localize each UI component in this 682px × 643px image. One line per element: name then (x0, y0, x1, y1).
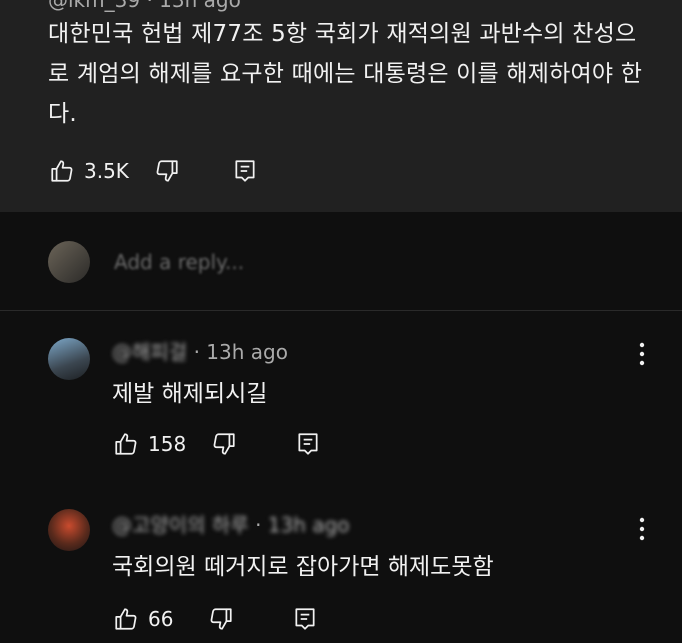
like-count: 158 (148, 432, 187, 456)
comment-author[interactable]: @lkm_39 (48, 0, 140, 12)
comment-actions: 66 (112, 605, 319, 633)
comment-header: @lkm_39 · 13h ago (48, 0, 241, 12)
comment-text: 국회의원 떼거지로 잡아가면 해제도못함 (112, 554, 494, 580)
user-avatar (48, 241, 90, 283)
reply-icon[interactable] (294, 430, 322, 458)
thumbs-up-icon[interactable] (112, 430, 140, 458)
avatar[interactable] (48, 338, 90, 380)
comment-time: 13h ago (267, 513, 350, 537)
reply-icon[interactable] (291, 605, 319, 633)
reply-icon[interactable] (231, 157, 259, 185)
comment-header: @해피걸 · 13h ago (112, 340, 288, 364)
thumbs-down-icon[interactable] (210, 430, 238, 458)
like-count: 66 (148, 607, 174, 631)
add-reply-input[interactable]: Add a reply... (114, 250, 244, 274)
thumbs-up-icon[interactable] (112, 605, 140, 633)
comment-text: 대한민국 헌법 제77조 5항 국회가 재적의원 과반수의 찬성으로 계엄의 해… (48, 21, 643, 127)
more-vert-icon (639, 517, 645, 541)
comment-author[interactable]: @고양이의 하루 (112, 513, 249, 537)
comment-author[interactable]: @해피걸 (112, 340, 187, 364)
avatar[interactable] (48, 509, 90, 551)
divider (0, 310, 682, 311)
thumbs-up-icon[interactable] (48, 157, 76, 185)
thumbs-down-icon[interactable] (153, 157, 181, 185)
comment-time: 13h ago (206, 340, 288, 364)
comment-header: @고양이의 하루 · 13h ago (112, 513, 350, 537)
more-options-button[interactable] (628, 340, 656, 368)
comment-text: 제발 해제되시길 (112, 381, 268, 407)
thumbs-down-icon[interactable] (207, 605, 235, 633)
like-count: 3.5K (84, 159, 129, 183)
comment-actions: 158 (112, 430, 322, 458)
comment-actions: 3.5K (48, 157, 259, 185)
more-options-button[interactable] (628, 515, 656, 543)
comment-time: 13h ago (159, 0, 241, 12)
highlighted-comment: @lkm_39 · 13h ago 대한민국 헌법 제77조 5항 국회가 재적… (0, 0, 682, 212)
add-reply-row[interactable]: Add a reply... (48, 240, 608, 284)
more-vert-icon (639, 342, 645, 366)
